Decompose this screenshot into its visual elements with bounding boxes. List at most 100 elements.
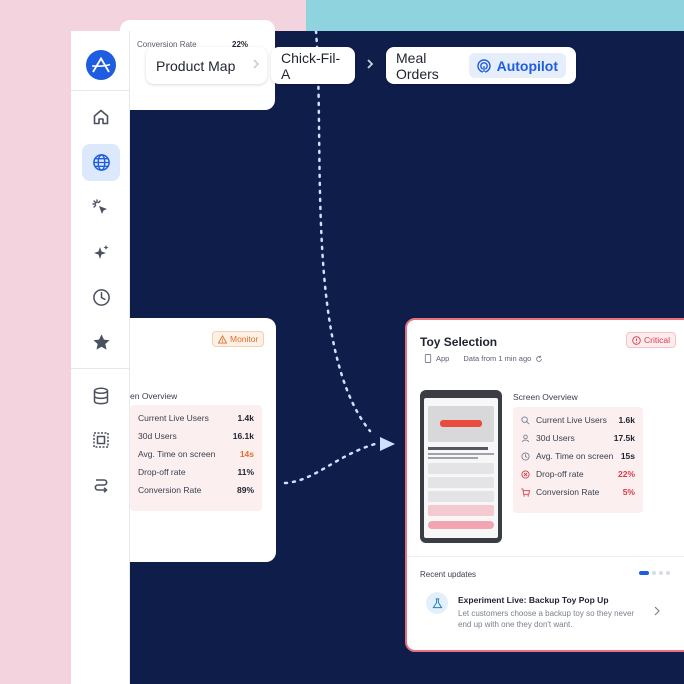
star-icon [92,334,110,350]
carousel-dots[interactable] [639,571,670,575]
sidebar-item-favorites[interactable] [82,324,120,361]
metric-row: Conversion Rate 89% [138,481,254,499]
platform-label: App [436,354,450,363]
warning-icon [218,334,227,344]
chevron-right-icon [654,606,660,616]
screen-thumbnail[interactable] [420,390,502,543]
sidebar-item-flows[interactable] [82,466,120,503]
app-logo[interactable] [86,50,116,80]
metric-value: 89% [236,485,254,495]
carousel-dot[interactable] [666,571,670,575]
sidebar-item-interactions[interactable] [82,189,120,226]
user-icon [521,434,530,442]
card-title: Toy Selection [420,335,498,349]
cart-icon [521,487,530,497]
metric-value: 15s [620,451,635,461]
drop-off-icon [521,469,530,479]
metric-label: 30d Users [536,433,575,443]
breadcrumb-product-map[interactable]: Product Map [146,47,267,84]
sparkles-icon [94,244,109,259]
logo-icon [91,57,111,73]
monitor-badge-label: Monitor [230,334,259,344]
update-item[interactable]: Experiment Live: Backup Toy Pop Up Let c… [420,588,670,634]
metric-value: 14s [239,449,254,459]
thumbnail-button [428,521,494,529]
autopilot-tag[interactable]: Autopilot [468,53,566,78]
background-cyan [306,0,684,31]
update-title: Experiment Live: Backup Toy Pop Up [458,595,609,605]
metric-label: Drop-off rate [536,469,584,479]
metric-label: Conversion Rate [536,487,600,497]
thumbnail-screen [424,398,498,538]
monitor-badge: Monitor [212,331,265,347]
thumbnail-option [428,505,494,516]
sidebar-divider [71,90,130,91]
thumbnail-text [428,457,478,459]
sidebar-item-components[interactable] [82,421,120,458]
metric-value: 5% [622,487,635,497]
clock-icon [92,289,110,306]
recent-updates-label: Recent updates [420,570,477,579]
metric-value: 1.6k [618,415,635,425]
breadcrumb-chevron-icon [367,59,374,69]
breadcrumb-label: Meal Orders [396,49,439,82]
sidebar-item-home[interactable] [82,98,120,135]
update-description: Let customers choose a backup toy so the… [458,609,635,618]
alert-circle-icon [632,335,641,345]
carousel-dot[interactable] [652,571,656,575]
metric-value: 1.4k [237,413,254,423]
database-icon [93,387,109,404]
metric-row: Current Live Users 1.6k [521,411,635,429]
cursor-click-icon [92,198,107,214]
thumbnail-option [428,491,494,502]
breadcrumb-chevron-icon [253,59,260,69]
sidebar [71,31,130,684]
metrics-panel: Current Live Users 1.4k 30d Users 16.1k Av… [130,405,262,511]
live-users-icon [521,415,530,424]
divider [407,556,684,557]
metrics-panel: Current Live Users 1.6k 30d Users 17.5k Av… [513,407,643,513]
metric-row: Avg. Time on screen 15s [521,447,635,465]
sidebar-divider [71,368,130,369]
screen-card-toy-selection[interactable]: Toy Selection Critical App Data from 1 m… [405,318,684,652]
carousel-dot[interactable] [659,571,663,575]
breadcrumb-chick-fil-a[interactable]: Chick-Fil-A [271,47,355,84]
critical-badge: Critical [626,332,676,348]
metric-value: 16.1k [232,431,254,441]
update-description: end up with one they don't want. [458,620,573,629]
autopilot-icon [476,58,491,73]
metric-label: Avg. Time on screen [536,451,614,461]
globe-icon [92,154,110,171]
metric-row: Drop-off rate 22% [521,465,635,483]
screen-card-monitor[interactable]: Monitor en Overview Current Live Users 1.… [120,318,276,562]
metric-value: 22% [617,469,635,479]
metric-row: 30d Users 16.1k [138,427,254,445]
card-meta: App Data from 1 min ago [424,354,543,363]
section-title: en Overview [130,391,178,401]
metric-row: Current Live Users 1.4k [138,409,254,427]
metric-label: 30d Users [138,431,177,441]
clock-icon [521,451,530,461]
autopilot-label: Autopilot [496,57,558,74]
carousel-dot-active[interactable] [639,571,649,575]
thumbnail-option [428,477,494,488]
frame-icon [93,431,109,448]
refresh-icon [536,355,543,362]
thumbnail-option [428,463,494,474]
metric-label: Drop-off rate [138,467,186,477]
sidebar-item-data[interactable] [82,377,120,414]
section-title: Screen Overview [513,392,578,402]
breadcrumb-meal-orders[interactable]: Meal Orders Autopilot [386,47,576,84]
breadcrumb-label: Chick-Fil-A [281,49,341,82]
breadcrumb-label: Product Map [156,57,236,74]
flow-arrowhead [380,437,395,451]
sidebar-item-product-map[interactable] [82,144,120,181]
freshness-label: Data from 1 min ago [463,354,532,363]
route-icon [94,478,108,493]
experiment-icon [426,592,448,614]
metric-label: Current Live Users [536,415,607,425]
metric-row: Conversion Rate 5% [521,483,635,501]
sidebar-item-ai[interactable] [82,234,120,271]
home-icon [93,109,109,124]
sidebar-item-history[interactable] [82,279,120,316]
